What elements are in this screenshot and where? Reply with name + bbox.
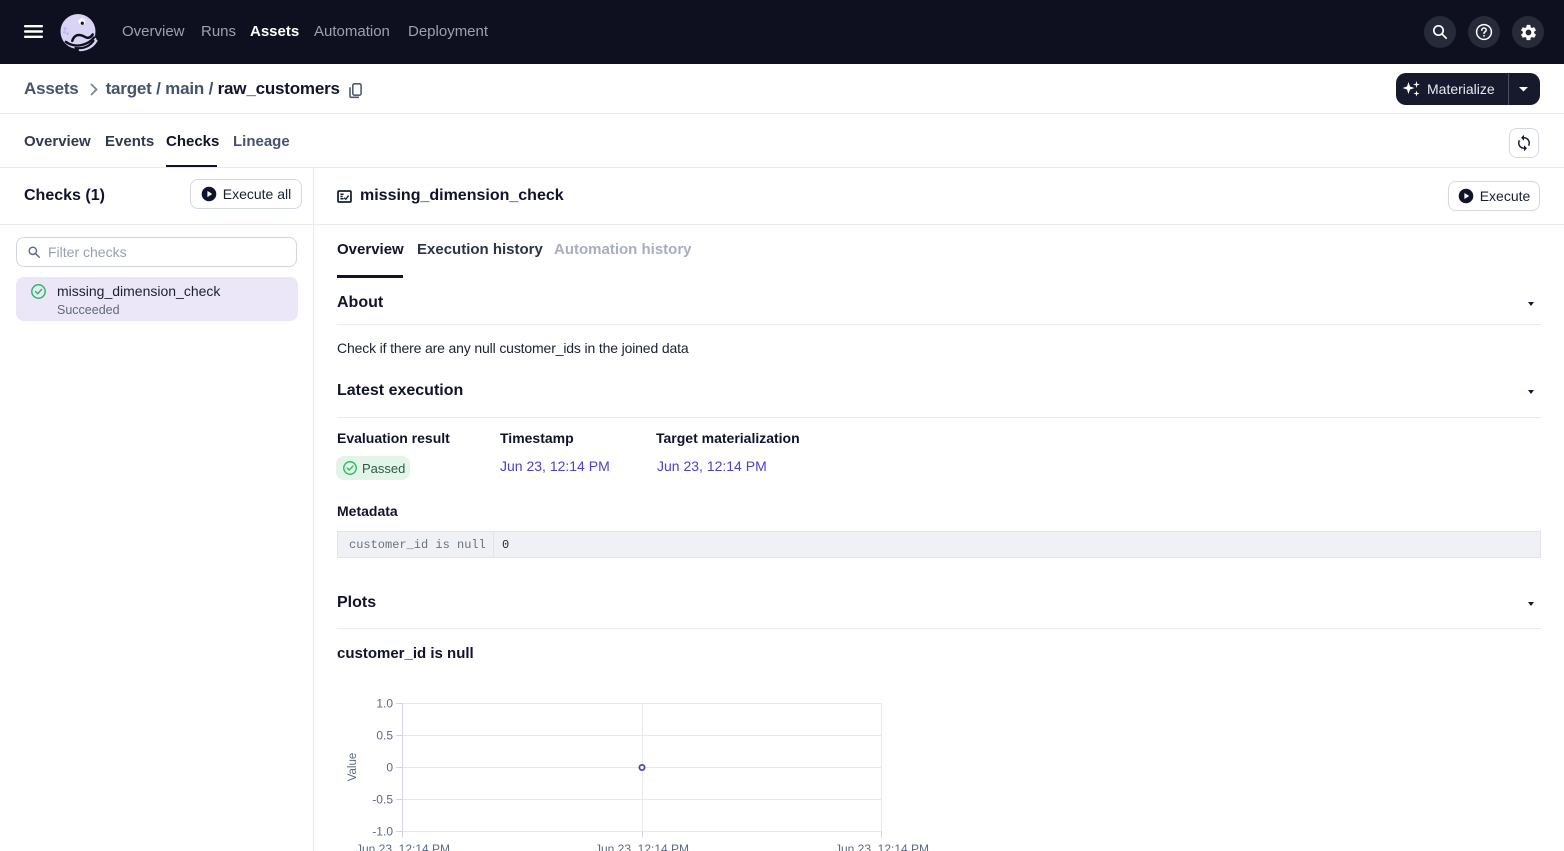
svg-text:0: 0 bbox=[386, 761, 393, 775]
svg-text:0.5: 0.5 bbox=[376, 729, 393, 743]
svg-text:-0.5: -0.5 bbox=[372, 793, 393, 807]
svg-text:1.0: 1.0 bbox=[376, 697, 393, 711]
svg-text:Jun 23, 12:14 PM: Jun 23, 12:14 PM bbox=[356, 842, 450, 851]
svg-text:-1.0: -1.0 bbox=[372, 825, 393, 839]
svg-text:Jun 23, 12:14 PM: Jun 23, 12:14 PM bbox=[835, 842, 929, 851]
svg-text:Value: Value bbox=[347, 753, 359, 782]
svg-text:Jun 23, 12:14 PM: Jun 23, 12:14 PM bbox=[595, 842, 689, 851]
